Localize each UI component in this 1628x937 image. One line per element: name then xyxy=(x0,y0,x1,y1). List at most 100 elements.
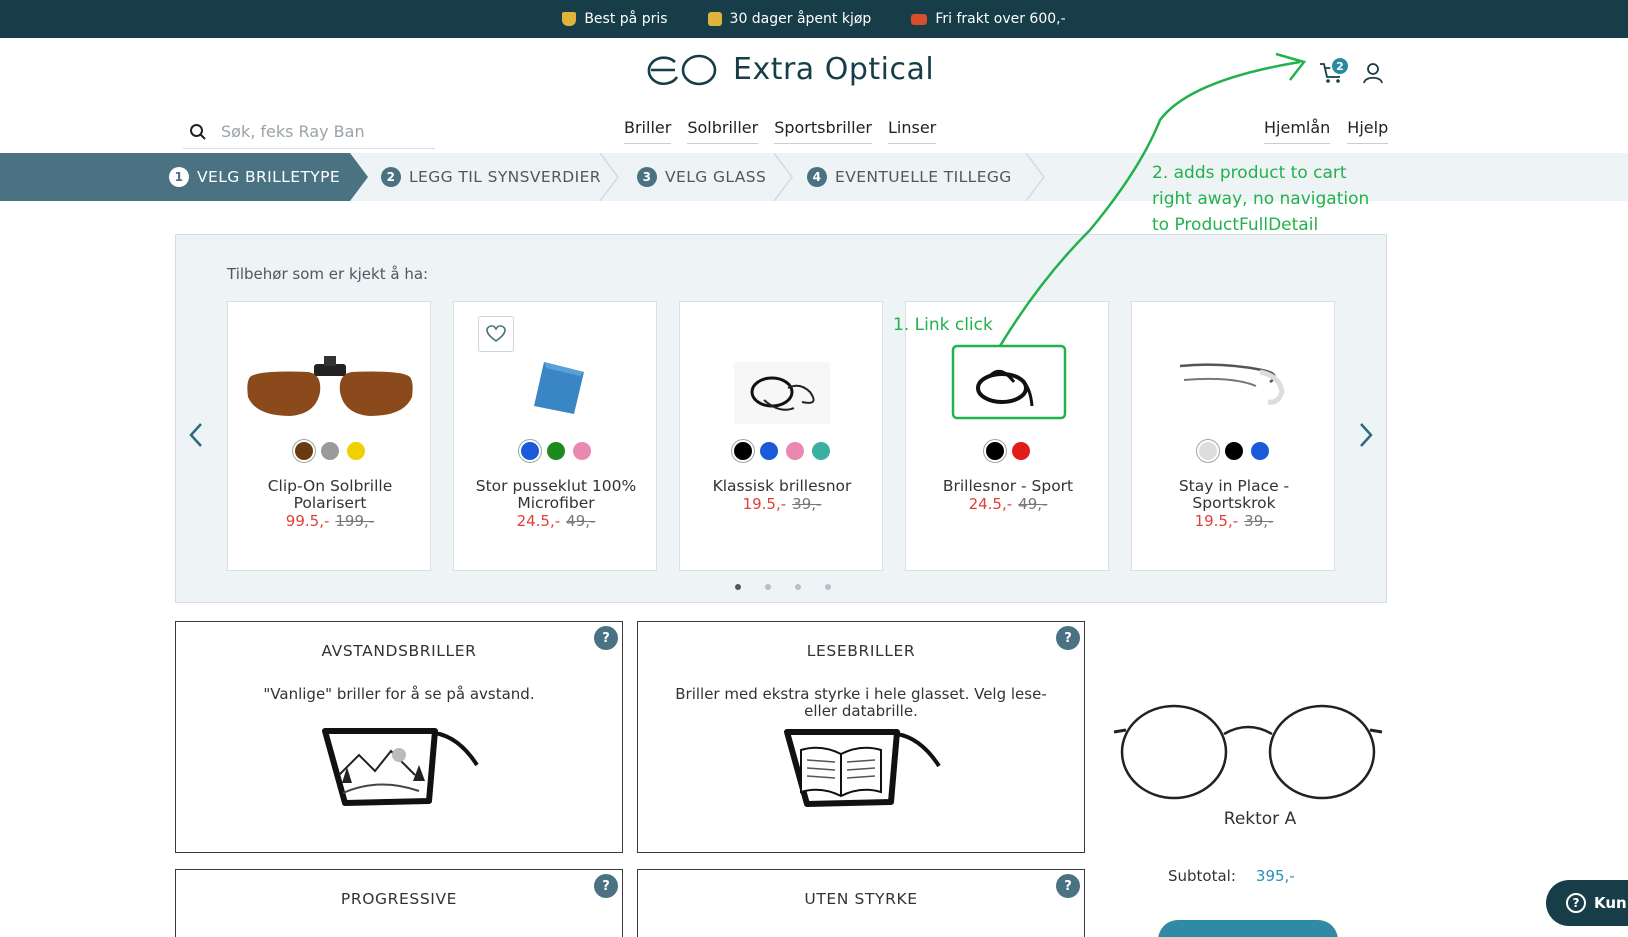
product-price: 24.5,- 49,- xyxy=(454,512,658,530)
lens-type-title: LESEBRILLER xyxy=(806,642,916,660)
carousel-dot[interactable] xyxy=(795,584,801,590)
chevron-left-icon[interactable] xyxy=(186,420,206,450)
old-price: 199,- xyxy=(335,512,375,530)
lens-type-progressive[interactable]: ? PROGRESSIVE xyxy=(175,869,623,937)
product-title[interactable]: Klassisk brillesnor xyxy=(690,478,874,495)
color-swatch[interactable] xyxy=(986,442,1004,460)
nav-item-sportsbriller[interactable]: Sportsbriller xyxy=(774,118,872,144)
step-4[interactable]: 4 EVENTUELLE TILLEGG xyxy=(807,153,1012,201)
old-price: 49,- xyxy=(566,512,596,530)
step-label: VELG BRILLETYPE xyxy=(197,168,341,186)
color-swatches xyxy=(906,442,1110,460)
nav-item-solbriller[interactable]: Solbriller xyxy=(687,118,759,144)
frame-name: Rektor A xyxy=(1223,809,1297,829)
product-title[interactable]: Brillesnor - Sport xyxy=(916,478,1100,495)
brand-logo[interactable]: Extra Optical xyxy=(645,52,934,87)
product-title[interactable]: Stay in Place - Sportskrok xyxy=(1142,478,1326,512)
color-swatch[interactable] xyxy=(573,442,591,460)
product-card[interactable]: Stay in Place - Sportskrok 19.5,- 39,- xyxy=(1131,301,1335,571)
perk-free-shipping: Fri frakt over 600,- xyxy=(911,11,1066,27)
color-swatch[interactable] xyxy=(734,442,752,460)
color-swatch[interactable] xyxy=(1225,442,1243,460)
sport-cord-image[interactable] xyxy=(906,342,1110,432)
annotation-line: right away, no navigation xyxy=(1152,189,1370,209)
nav-item-hjemlan[interactable]: Hjemlån xyxy=(1264,118,1331,144)
color-swatch[interactable] xyxy=(786,442,804,460)
product-title[interactable]: Stor pusseklut 100% Microfiber xyxy=(464,478,648,512)
accessories-carousel: Tilbehør som er kjekt å ha: Clip-On Solb… xyxy=(175,234,1387,603)
step-2[interactable]: 2 LEGG TIL SYNSVERDIER xyxy=(381,153,601,201)
glasses-cord-image[interactable] xyxy=(680,342,884,432)
color-swatch[interactable] xyxy=(547,442,565,460)
lens-type-reading[interactable]: ? LESEBRILLER Briller med ekstra styrke … xyxy=(637,621,1085,853)
perk-open-purchase: 30 dager åpent kjøp xyxy=(707,11,871,27)
product-card[interactable]: Stor pusseklut 100% Microfiber 24.5,- 49,… xyxy=(453,301,657,571)
sale-price: 19.5,- xyxy=(1194,512,1239,530)
lens-type-no-strength[interactable]: ? UTEN STYRKE xyxy=(637,869,1085,937)
top-promo-bar: Best på pris 30 dager åpent kjøp Fri fra… xyxy=(0,0,1628,38)
color-swatch[interactable] xyxy=(321,442,339,460)
step-label: VELG GLASS xyxy=(665,168,767,186)
chevron-right-icon[interactable] xyxy=(1356,420,1376,450)
nav-item-linser[interactable]: Linser xyxy=(887,118,937,144)
help-icon: ? xyxy=(1566,893,1586,913)
help-icon[interactable]: ? xyxy=(594,874,618,898)
lens-type-description: Briller med ekstra styrke i hele glasset… xyxy=(675,685,1047,720)
color-swatches xyxy=(1132,442,1336,460)
help-icon[interactable]: ? xyxy=(594,626,618,650)
brand-name: Extra Optical xyxy=(733,52,935,87)
lens-type-description: "Vanlige" briller for å se på avstand. xyxy=(263,685,535,703)
eo-logo-icon xyxy=(647,54,717,85)
nav-item-hjelp[interactable]: Hjelp xyxy=(1347,118,1389,144)
truck-icon xyxy=(911,13,928,25)
chat-label: Kun xyxy=(1594,894,1627,912)
color-swatches xyxy=(228,442,432,460)
help-icon[interactable]: ? xyxy=(1056,626,1080,650)
product-card[interactable]: Brillesnor - Sport 24.5,- 49,- xyxy=(905,301,1109,571)
color-swatches xyxy=(680,442,884,460)
checkout-steps: 1 VELG BRILLETYPE 2 LEGG TIL SYNSVERDIER… xyxy=(0,153,1628,201)
main-nav: Briller Solbriller Sportsbriller Linser xyxy=(624,118,937,144)
lens-type-title: PROGRESSIVE xyxy=(340,890,458,908)
color-swatch[interactable] xyxy=(347,442,365,460)
carousel-pagination xyxy=(735,584,831,590)
product-price: 99.5,- 199,- xyxy=(228,512,432,530)
lens-type-title: AVSTANDSBRILLER xyxy=(321,642,477,660)
color-swatch[interactable] xyxy=(521,442,539,460)
user-icon[interactable] xyxy=(1362,62,1384,84)
product-card[interactable]: Klassisk brillesnor 19.5,- 39,- xyxy=(679,301,883,571)
search-icon[interactable] xyxy=(189,123,207,141)
step-label: EVENTUELLE TILLEGG xyxy=(835,168,1012,186)
sale-price: 24.5,- xyxy=(968,495,1013,513)
cart-count-badge: 2 xyxy=(1330,56,1350,76)
lens-type-distance[interactable]: ? AVSTANDSBRILLER "Vanlige" briller for … xyxy=(175,621,623,853)
sport-hook-image[interactable] xyxy=(1132,342,1336,432)
customer-service-chat-button[interactable]: ? Kun xyxy=(1546,880,1628,926)
color-swatch[interactable] xyxy=(812,442,830,460)
subtotal: Subtotal: 395,- xyxy=(1168,867,1295,885)
microfiber-cloth-image[interactable] xyxy=(454,342,658,432)
clip-on-sunglasses-image[interactable] xyxy=(228,342,432,432)
wallet-icon xyxy=(707,12,722,26)
step-1[interactable]: 1 VELG BRILLETYPE xyxy=(169,153,340,201)
product-title[interactable]: Clip-On Solbrille Polarisert xyxy=(238,478,422,512)
color-swatch[interactable] xyxy=(1012,442,1030,460)
carousel-dot[interactable] xyxy=(735,584,741,590)
old-price: 49,- xyxy=(1018,495,1048,513)
carousel-dot[interactable] xyxy=(825,584,831,590)
help-icon[interactable]: ? xyxy=(1056,874,1080,898)
color-swatch[interactable] xyxy=(1199,442,1217,460)
color-swatch[interactable] xyxy=(760,442,778,460)
add-to-cart-button[interactable] xyxy=(1158,920,1338,937)
perk-label: Best på pris xyxy=(584,11,668,27)
color-swatch[interactable] xyxy=(295,442,313,460)
annotation-note-1: 1. Link click xyxy=(893,315,993,335)
step-3[interactable]: 3 VELG GLASS xyxy=(637,153,766,201)
frame-preview-image xyxy=(1113,704,1383,800)
nav-item-briller[interactable]: Briller xyxy=(624,118,672,144)
product-card[interactable]: Clip-On Solbrille Polarisert 99.5,- 199,- xyxy=(227,301,431,571)
search-input[interactable] xyxy=(221,122,431,141)
color-swatch[interactable] xyxy=(1251,442,1269,460)
search-bar xyxy=(183,115,435,149)
carousel-dot[interactable] xyxy=(765,584,771,590)
